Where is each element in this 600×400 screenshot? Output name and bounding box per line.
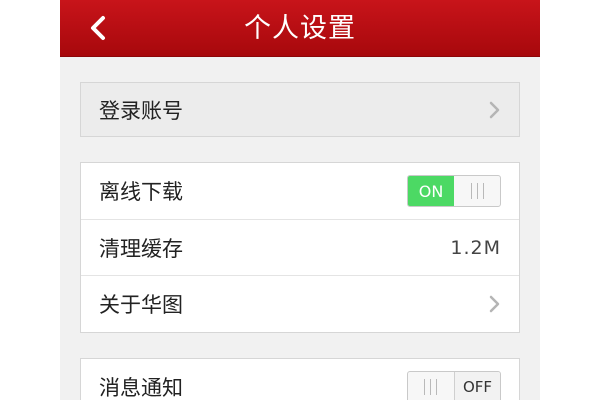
offline-download-label: 离线下载	[99, 180, 183, 204]
cache-size-value: 1.2M	[450, 236, 501, 259]
notification-group: 消息通知 OFF	[80, 358, 520, 400]
toggle-on-label: ON	[408, 176, 454, 206]
phone-screen: 个人设置 登录账号 离线下载 ON 清理缓存 1.2M 关于华图 消息通知 OF…	[60, 0, 540, 400]
notification-label: 消息通知	[99, 376, 183, 400]
toggle-grip-icon	[408, 372, 454, 400]
chevron-right-icon	[487, 294, 501, 314]
page-title: 个人设置	[244, 13, 356, 44]
login-account-row[interactable]: 登录账号	[81, 83, 519, 136]
notification-row: 消息通知 OFF	[81, 359, 519, 400]
clear-cache-label: 清理缓存	[99, 236, 183, 261]
about-row[interactable]: 关于华图	[81, 275, 519, 331]
title-bar: 个人设置	[60, 0, 540, 57]
chevron-right-icon	[487, 100, 501, 120]
notification-toggle[interactable]: OFF	[407, 371, 501, 400]
toggle-off-label: OFF	[453, 372, 500, 400]
account-group: 登录账号	[80, 82, 520, 137]
toggle-grip-icon	[454, 176, 500, 206]
login-account-label: 登录账号	[99, 98, 183, 123]
offline-download-toggle[interactable]: ON	[407, 175, 501, 207]
about-label: 关于华图	[99, 292, 183, 317]
clear-cache-row[interactable]: 清理缓存 1.2M	[81, 219, 519, 275]
offline-download-row: 离线下载 ON	[81, 163, 519, 219]
settings-group: 离线下载 ON 清理缓存 1.2M 关于华图	[80, 162, 520, 333]
